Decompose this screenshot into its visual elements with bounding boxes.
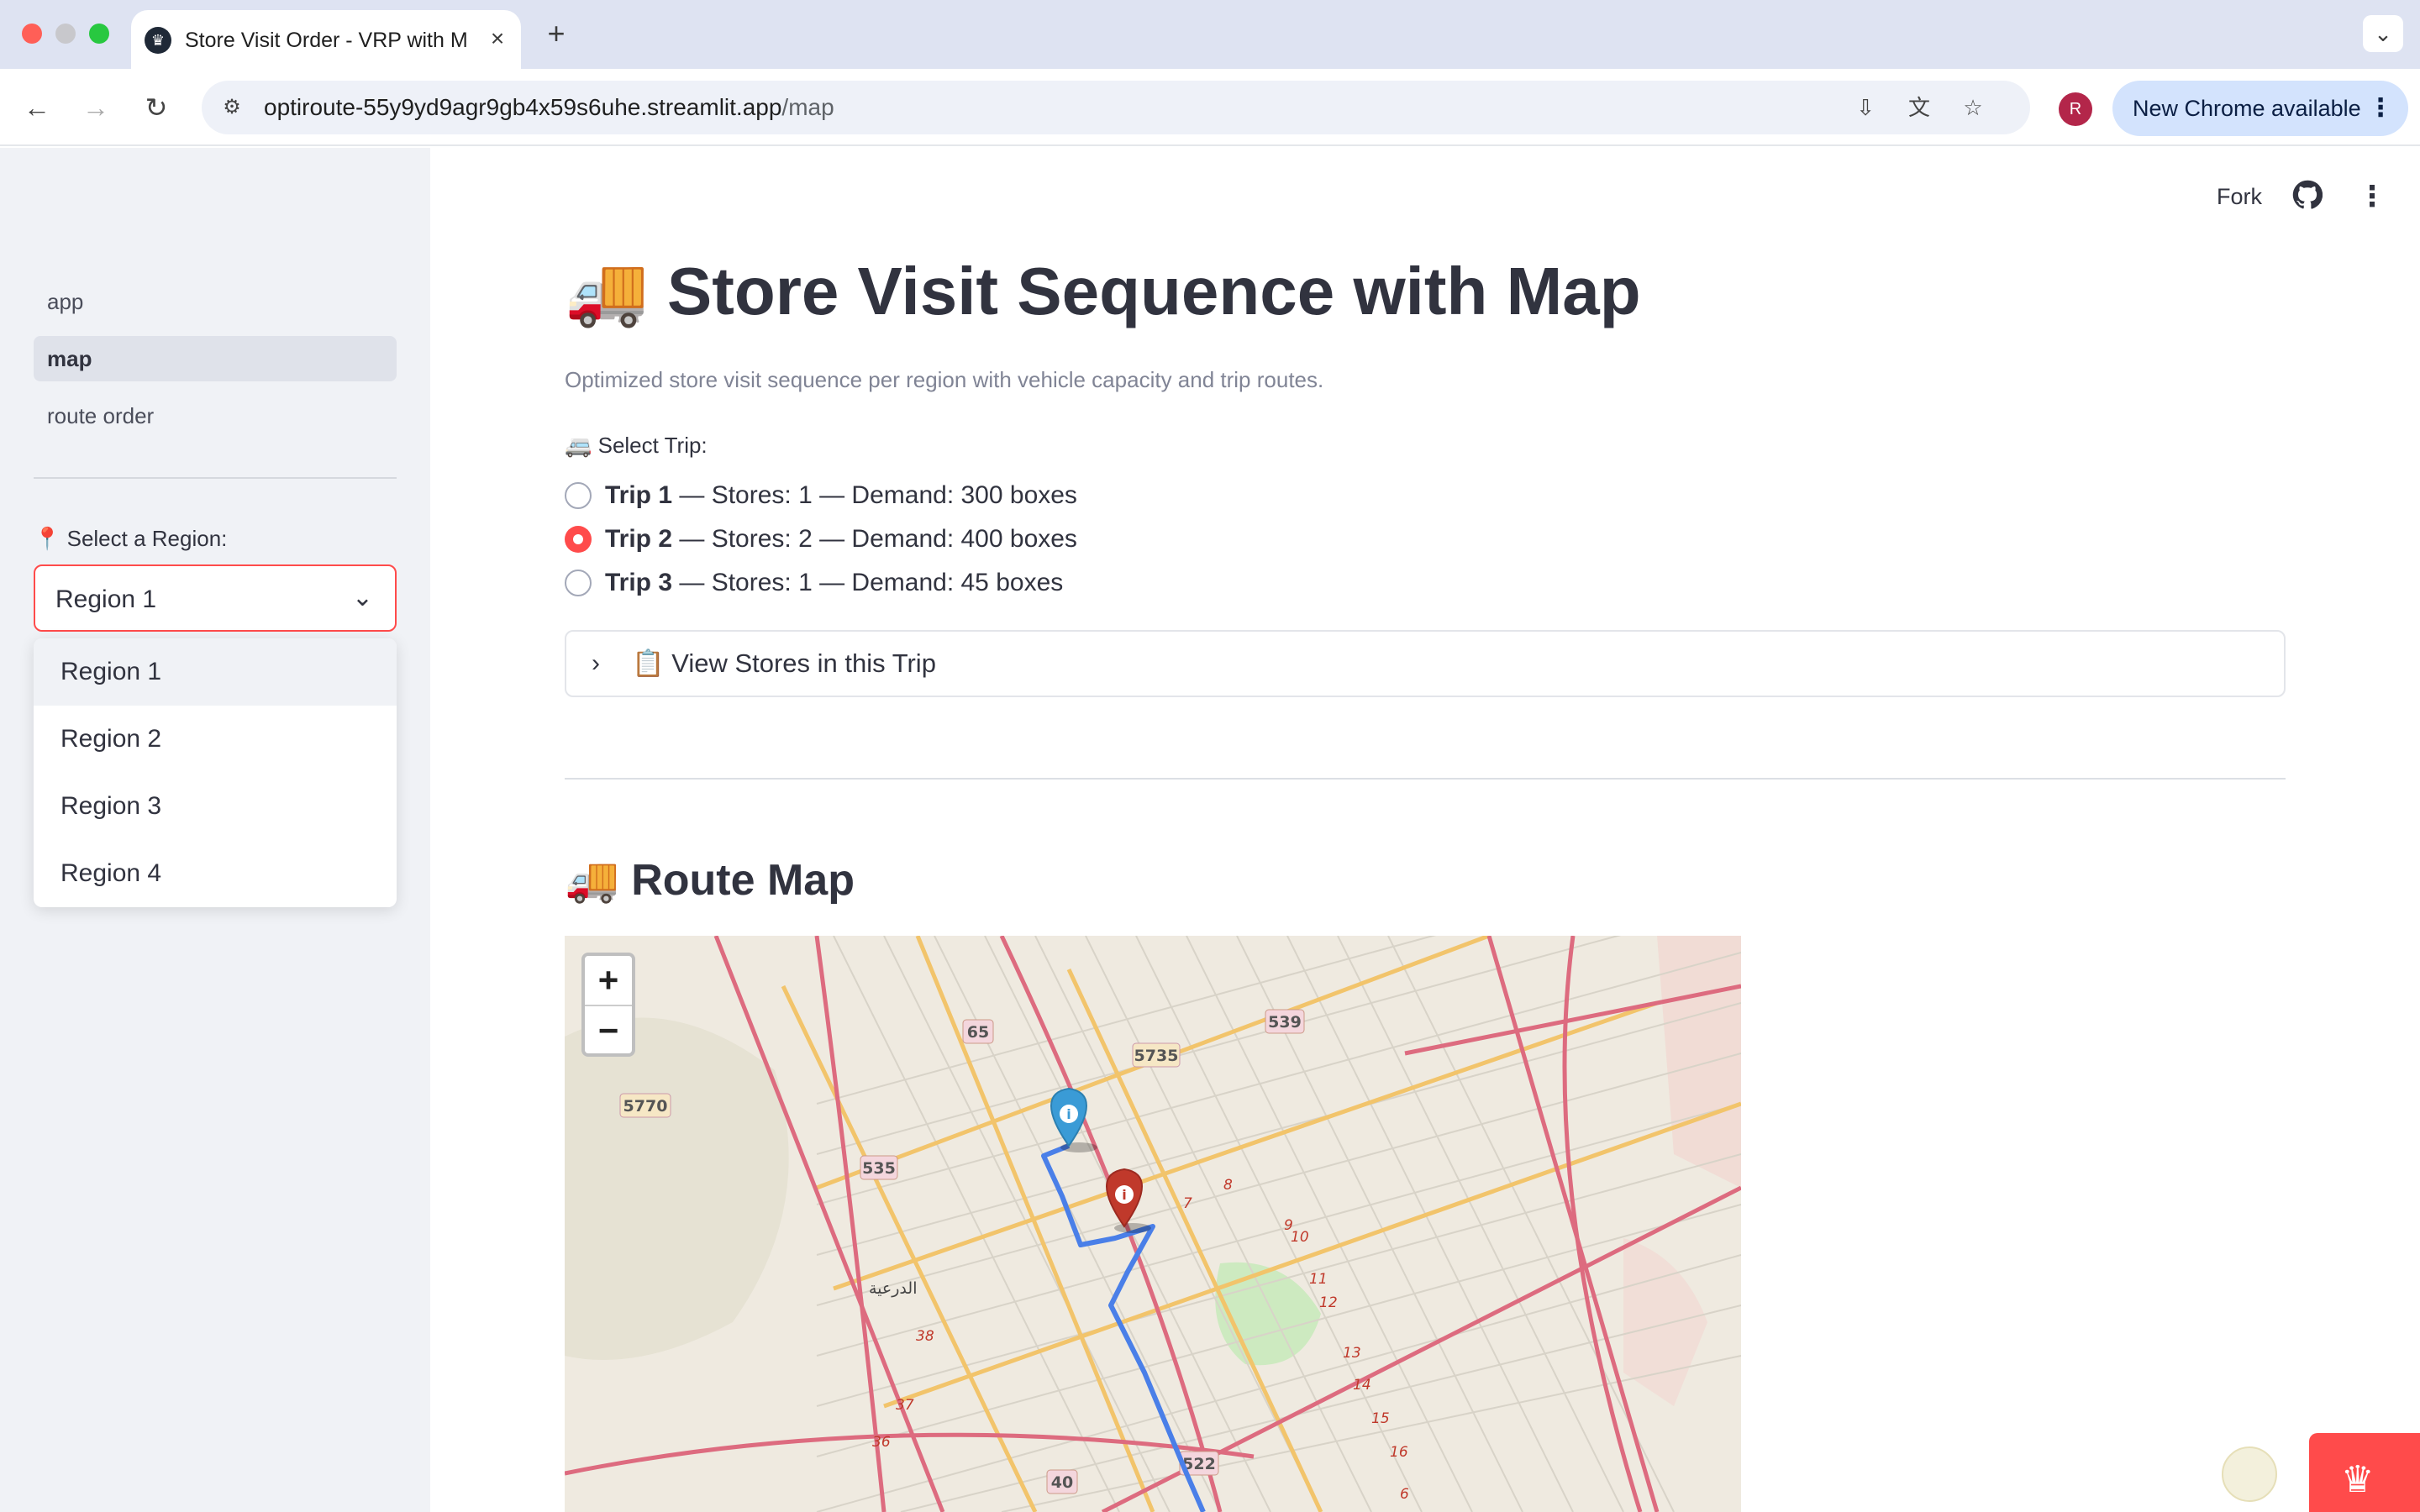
close-window-button[interactable] xyxy=(22,24,42,44)
bookmark-star-icon[interactable]: ☆ xyxy=(1956,91,1990,124)
radio-button-selected[interactable] xyxy=(565,526,592,553)
road-label: 40 xyxy=(1051,1473,1073,1492)
road-number: 15 xyxy=(1371,1410,1390,1427)
tab-title: Store Visit Order - VRP with M xyxy=(185,29,468,52)
url-path: /map xyxy=(781,94,834,120)
region-select[interactable]: Region 1 ⌄ xyxy=(34,564,397,632)
expander-label: 📋 View Stores in this Trip xyxy=(632,648,936,678)
road-number: 13 xyxy=(1343,1345,1361,1362)
sidebar-divider xyxy=(34,477,397,479)
region-option[interactable]: Region 2 xyxy=(34,706,397,773)
github-icon[interactable] xyxy=(2292,180,2326,213)
trip-radio-label: Trip 1 — Stores: 1 — Demand: 300 boxes xyxy=(605,481,1077,509)
road-label: 5735 xyxy=(1134,1047,1179,1065)
forward-arrow-icon[interactable]: → xyxy=(76,87,116,128)
back-arrow-icon[interactable]: ← xyxy=(17,87,57,128)
address-bar[interactable]: ⚙ optiroute-55y9yd9agr9gb4x59s6uhe.strea… xyxy=(202,81,2030,134)
streamlit-user-avatar[interactable] xyxy=(2222,1446,2277,1502)
map-tiles: 65 5735 539 5770 535 522 40 الدرعية 36 3… xyxy=(565,936,1741,1512)
place-label: الدرعية xyxy=(869,1279,917,1298)
region-select-label: 📍 Select a Region: xyxy=(34,526,228,551)
road-number: 36 xyxy=(872,1434,891,1451)
region-option[interactable]: Region 1 xyxy=(34,638,397,706)
kebab-menu-icon[interactable]: ⋮ xyxy=(2368,95,2393,122)
chevron-right-icon: › xyxy=(592,649,600,677)
streamlit-favicon-icon: ♛ xyxy=(145,27,171,54)
road-number: 11 xyxy=(1309,1271,1328,1288)
close-tab-icon[interactable]: × xyxy=(482,24,513,54)
road-label: 539 xyxy=(1268,1013,1302,1032)
reload-icon[interactable]: ↻ xyxy=(136,87,176,128)
update-label: New Chrome available xyxy=(2133,96,2361,121)
url-text[interactable]: optiroute-55y9yd9agr9gb4x59s6uhe.streaml… xyxy=(264,92,834,123)
translate-icon[interactable]: 文 xyxy=(1902,91,1936,124)
region-option[interactable]: Region 3 xyxy=(34,773,397,840)
chevron-down-icon: ⌄ xyxy=(351,584,373,612)
road-number: 7 xyxy=(1183,1195,1192,1212)
sidebar-item-map[interactable]: map xyxy=(34,336,397,381)
road-number: 38 xyxy=(916,1328,934,1345)
region-option[interactable]: Region 4 xyxy=(34,840,397,907)
install-app-icon[interactable]: ⇩ xyxy=(1849,91,1882,124)
road-number: 14 xyxy=(1353,1377,1371,1394)
page-subtitle: Optimized store visit sequence per regio… xyxy=(565,367,1324,392)
url-host: optiroute-55y9yd9agr9gb4x59s6uhe.streaml… xyxy=(264,94,782,120)
road-label: 5770 xyxy=(623,1097,668,1116)
trip-select-label: 🚐 Select Trip: xyxy=(565,433,708,458)
route-map-title: 🚚 Route Map xyxy=(565,856,855,905)
road-number: 12 xyxy=(1319,1294,1338,1311)
sidebar-item-route-order[interactable]: route order xyxy=(34,393,397,438)
profile-avatar[interactable]: R xyxy=(2059,92,2092,126)
radio-button[interactable] xyxy=(565,570,592,596)
zoom-in-button[interactable]: + xyxy=(585,956,632,1005)
road-number: 6 xyxy=(1400,1486,1409,1503)
new-tab-icon[interactable]: + xyxy=(538,15,575,52)
route-map[interactable]: 65 5735 539 5770 535 522 40 الدرعية 36 3… xyxy=(565,936,1741,1512)
streamlit-badge[interactable]: ♛ xyxy=(2309,1433,2420,1512)
road-number: 37 xyxy=(896,1397,914,1414)
trip-radio-label: Trip 2 — Stores: 2 — Demand: 400 boxes xyxy=(605,525,1077,553)
app-menu-kebab-icon[interactable]: ⋮ xyxy=(2358,180,2386,213)
road-number: 8 xyxy=(1223,1177,1233,1194)
sidebar-item-app[interactable]: app xyxy=(34,279,397,324)
svg-text:i: i xyxy=(1122,1187,1126,1203)
zoom-out-button[interactable]: − xyxy=(585,1006,632,1055)
radio-button[interactable] xyxy=(565,482,592,509)
svg-text:i: i xyxy=(1066,1106,1071,1122)
fork-button[interactable]: Fork xyxy=(2217,180,2262,213)
site-info-icon[interactable]: ⚙ xyxy=(217,92,247,123)
stores-expander[interactable]: › 📋 View Stores in this Trip xyxy=(565,630,2286,697)
tab-search-chevron-icon[interactable]: ⌄ xyxy=(2363,15,2403,52)
crown-icon: ♛ xyxy=(2341,1459,2375,1500)
map-zoom-control: + − xyxy=(581,953,635,1057)
road-label: 535 xyxy=(862,1159,896,1178)
minimize-window-button[interactable] xyxy=(55,24,76,44)
region-select-value: Region 1 xyxy=(55,585,157,613)
trip-radio-label: Trip 3 — Stores: 1 — Demand: 45 boxes xyxy=(605,569,1064,596)
region-dropdown-menu: Region 1 Region 2 Region 3 Region 4 xyxy=(34,638,397,907)
divider xyxy=(565,778,2286,780)
road-number: 10 xyxy=(1291,1229,1309,1246)
browser-toolbar: ← → ↻ ⚙ optiroute-55y9yd9agr9gb4x59s6uhe… xyxy=(0,69,2420,146)
page-title: 🚚 Store Visit Sequence with Map xyxy=(565,254,1641,328)
chrome-update-button[interactable]: New Chrome available ⋮ xyxy=(2112,81,2408,136)
browser-tab-bar: ♛ Store Visit Order - VRP with M × + ⌄ xyxy=(0,0,2420,69)
road-label: 65 xyxy=(967,1023,989,1042)
browser-tab[interactable]: ♛ Store Visit Order - VRP with M × xyxy=(131,10,521,69)
maximize-window-button[interactable] xyxy=(89,24,109,44)
road-number: 16 xyxy=(1390,1444,1408,1461)
sidebar: app map route order 📍 Select a Region: R… xyxy=(0,148,430,1512)
